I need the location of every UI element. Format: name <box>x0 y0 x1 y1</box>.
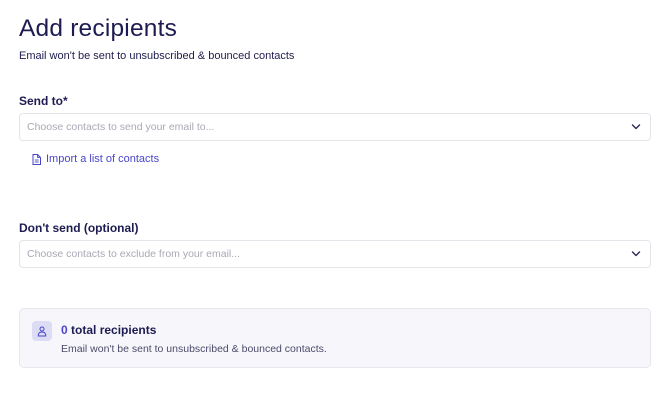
recipient-count-label: total recipients <box>71 323 157 337</box>
import-contacts-link[interactable]: Import a list of contacts <box>32 151 159 167</box>
page-subtitle: Email won't be sent to unsubscribed & bo… <box>19 50 295 62</box>
total-recipients: 0 total recipients <box>61 322 156 338</box>
send-to-placeholder: Choose contacts to send your email to... <box>27 121 215 133</box>
recipient-count: 0 <box>61 323 68 337</box>
file-icon <box>32 153 41 165</box>
dont-send-select[interactable]: Choose contacts to exclude from your ema… <box>19 240 651 268</box>
user-icon <box>37 326 47 336</box>
dont-send-placeholder: Choose contacts to exclude from your ema… <box>27 248 241 260</box>
page-title: Add recipients <box>19 15 178 42</box>
user-badge <box>32 321 52 341</box>
recipients-summary: 0 total recipients Email won't be sent t… <box>19 308 651 368</box>
send-to-label: Send to* <box>19 94 68 108</box>
chevron-down-icon <box>631 124 641 130</box>
send-to-select[interactable]: Choose contacts to send your email to... <box>19 113 651 141</box>
summary-note: Email won't be sent to unsubscribed & bo… <box>61 343 327 355</box>
chevron-down-icon <box>631 251 641 257</box>
import-contacts-label: Import a list of contacts <box>46 153 160 165</box>
dont-send-label: Don't send (optional) <box>19 221 139 235</box>
